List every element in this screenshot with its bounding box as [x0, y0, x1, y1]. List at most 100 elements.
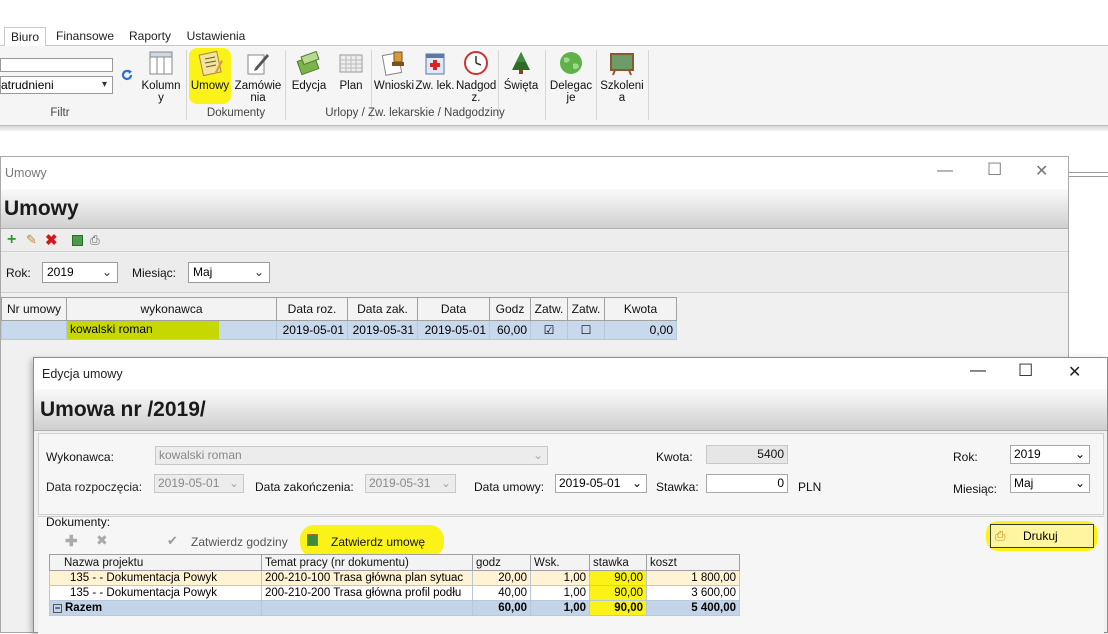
cell-godz[interactable]: 20,00: [472, 570, 531, 586]
cell-stawka[interactable]: 90,00: [589, 585, 647, 601]
umowy-titlebar: Umowy — ☐ ✕: [1, 157, 1068, 189]
tab-finansowe[interactable]: Finansowe: [52, 27, 118, 46]
rok-select[interactable]: 2019 ⌄: [42, 262, 118, 283]
cell-kwota[interactable]: 0,00: [604, 320, 677, 340]
miesiac-select[interactable]: Maj ⌄: [1010, 474, 1090, 493]
table-row[interactable]: 135 - - Dokumentacja Powyk 200-210-100 T…: [49, 570, 740, 586]
zatwierdz-godziny-button[interactable]: Zatwierdz godziny: [191, 535, 288, 549]
kolumny-button[interactable]: Kolumn y: [139, 46, 183, 104]
table-row[interactable]: 135 - - Dokumentacja Powyk 200-210-200 T…: [49, 585, 740, 601]
cell-nr[interactable]: [1, 320, 67, 340]
checkbox-zatw-1[interactable]: ☑: [530, 320, 568, 340]
chevron-down-icon: ⌄: [532, 448, 543, 462]
cell-projekt[interactable]: 135 - - Dokumentacja Powyk: [49, 585, 262, 601]
add-icon[interactable]: +: [7, 231, 16, 249]
umowy-button[interactable]: Umowy: [189, 48, 231, 104]
umowy-toolbar: + ✎ ✖ ⎙: [1, 230, 1068, 252]
column-header[interactable]: Godz: [489, 297, 531, 321]
column-header[interactable]: Zatw.: [567, 297, 605, 321]
tab-biuro[interactable]: Biuro: [4, 27, 46, 47]
cell-godz[interactable]: 40,00: [472, 585, 531, 601]
kwota-field[interactable]: 5400: [706, 445, 788, 464]
tab-ustawienia[interactable]: Ustawienia: [182, 27, 250, 46]
close-icon[interactable]: ✕: [1035, 161, 1048, 181]
drukuj-label: Drukuj: [1023, 529, 1058, 543]
stawka-field[interactable]: 0: [706, 474, 788, 493]
add-icon[interactable]: ✚: [65, 532, 78, 550]
data-umowy-field[interactable]: 2019-05-01 ⌄: [555, 474, 647, 493]
table-row[interactable]: kowalski roman 2019-05-01 2019-05-31 201…: [1, 320, 677, 340]
minimize-icon[interactable]: —: [970, 362, 986, 380]
drukuj-button[interactable]: ⎙ Drukuj: [990, 524, 1094, 548]
zw-lek-button[interactable]: Zw. lek.: [415, 46, 455, 92]
ribbon-separator: [648, 50, 649, 120]
print-icon[interactable]: ⎙: [90, 233, 100, 248]
wykonawca-value: kowalski roman: [67, 321, 219, 339]
swieta-button[interactable]: Święta: [500, 46, 542, 92]
filter-combo[interactable]: atrudnieni ▾: [0, 76, 113, 94]
column-header[interactable]: stawka: [589, 554, 647, 571]
column-header[interactable]: koszt: [646, 554, 740, 571]
cell-koszt[interactable]: 3 600,00: [646, 585, 740, 601]
maximize-icon[interactable]: ☐: [1018, 361, 1033, 381]
cell-wykonawca[interactable]: kowalski roman: [66, 320, 277, 340]
swieta-label: Święta: [503, 80, 539, 92]
cell-koszt[interactable]: 1 800,00: [646, 570, 740, 586]
total-empty-cell: [261, 600, 473, 616]
dokumenty-table: Nazwa projektu Temat pracy (nr dokumentu…: [49, 554, 740, 616]
cell-stawka[interactable]: 90,00: [589, 570, 647, 586]
checkbox-zatw-2[interactable]: ☐: [567, 320, 605, 340]
minimize-icon[interactable]: —: [937, 162, 953, 180]
cell-data-roz[interactable]: 2019-05-01: [276, 320, 348, 340]
column-header[interactable]: Data zak.: [347, 297, 418, 321]
column-header[interactable]: Nr umowy: [1, 297, 67, 321]
close-icon[interactable]: ✕: [1068, 362, 1081, 382]
collapse-icon[interactable]: −: [53, 604, 62, 613]
edycja-button[interactable]: Edycja: [288, 46, 330, 92]
wykonawca-select[interactable]: kowalski roman ⌄: [155, 446, 548, 465]
column-header[interactable]: Kwota: [604, 297, 677, 321]
maximize-icon[interactable]: ☐: [987, 160, 1002, 180]
refresh-icon[interactable]: [120, 68, 134, 82]
column-header[interactable]: godz: [472, 554, 531, 571]
tab-raporty[interactable]: Raporty: [124, 27, 176, 46]
zatwierdz-umowe-button[interactable]: Zatwierdz umowę: [300, 525, 444, 557]
clock-icon: [463, 50, 489, 76]
delegacje-button[interactable]: Delegac je: [548, 46, 594, 104]
chevron-down-icon: ⌄: [101, 265, 112, 279]
szkolenia-button[interactable]: Szkoleni a: [598, 46, 646, 104]
column-header[interactable]: wykonawca: [66, 297, 277, 321]
cell-wsk[interactable]: 1,00: [530, 570, 590, 586]
edycja-titlebar: Edycja umowy — ☐ ✕: [34, 358, 1107, 389]
delete-icon[interactable]: ✖: [96, 532, 108, 549]
nadgodziny-button[interactable]: Nadgod z.: [456, 46, 496, 104]
stawka-label: Stawka:: [656, 480, 699, 494]
cell-godz[interactable]: 60,00: [489, 320, 531, 340]
zatwierdz-umowe-label: Zatwierdz umowę: [331, 535, 426, 549]
data-rozpoczecia-field[interactable]: 2019-05-01 ⌄: [154, 474, 244, 493]
rok-select[interactable]: 2019 ⌄: [1010, 445, 1090, 464]
column-header[interactable]: Zatw.: [530, 297, 568, 321]
dokumenty-grid: Nazwa projektu Temat pracy (nr dokumentu…: [49, 554, 740, 616]
cell-data-zak[interactable]: 2019-05-31: [347, 320, 418, 340]
column-header[interactable]: Data: [417, 297, 490, 321]
zamowienia-button[interactable]: Zamówie nia: [234, 46, 282, 104]
plan-button[interactable]: Plan: [333, 46, 369, 92]
cell-wsk[interactable]: 1,00: [530, 585, 590, 601]
cell-temat[interactable]: 200-210-200 Trasa główna profil podłu: [261, 585, 473, 601]
column-header[interactable]: Temat pracy (nr dokumentu): [261, 554, 473, 571]
miesiac-select[interactable]: Maj ⌄: [188, 262, 270, 283]
edit-icon[interactable]: ✎: [26, 232, 37, 248]
cell-data[interactable]: 2019-05-01: [417, 320, 490, 340]
data-zakonczenia-field[interactable]: 2019-05-31 ⌄: [365, 474, 456, 493]
cell-projekt[interactable]: 135 - - Dokumentacja Powyk: [49, 570, 262, 586]
delete-icon[interactable]: ✖: [45, 231, 58, 249]
group-label-dokumenty: Dokumenty: [206, 107, 266, 119]
wnioski-button[interactable]: Wnioski: [373, 46, 415, 92]
cell-temat[interactable]: 200-210-100 Trasa główna plan sytuac: [261, 570, 473, 586]
export-icon[interactable]: [72, 235, 83, 246]
column-header[interactable]: Nazwa projektu: [49, 554, 262, 571]
column-header[interactable]: Data roz.: [276, 297, 348, 321]
column-header[interactable]: Wsk.: [530, 554, 590, 571]
filter-search-input[interactable]: [0, 58, 113, 72]
